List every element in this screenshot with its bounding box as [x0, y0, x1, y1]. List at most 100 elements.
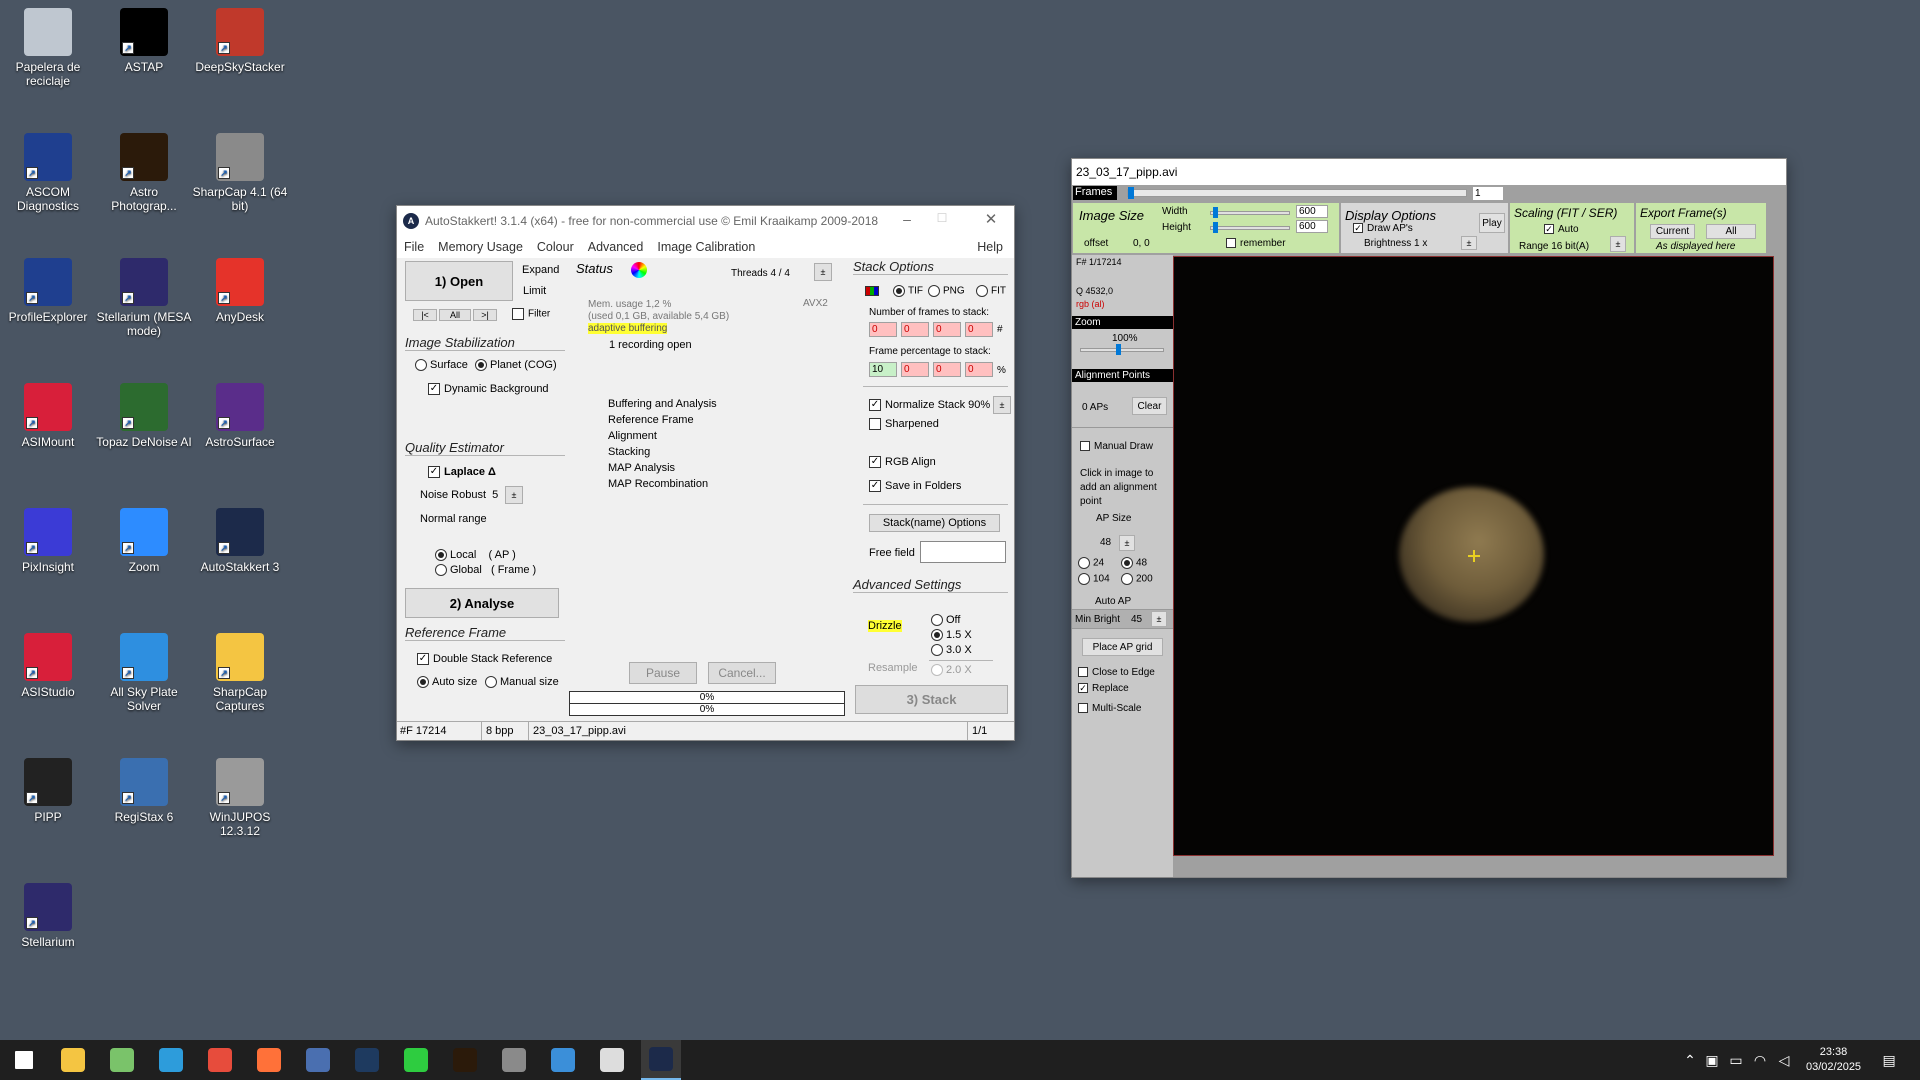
- ap-size-stepper[interactable]: ±: [1119, 535, 1135, 551]
- chrome-icon[interactable]: [200, 1040, 240, 1080]
- fit-radio[interactable]: FIT: [976, 285, 1006, 297]
- minimize-icon[interactable]: –: [897, 211, 917, 227]
- width-slider-thumb[interactable]: [1213, 207, 1218, 218]
- noise-robust-stepper[interactable]: ±: [505, 486, 523, 504]
- frame-number-input[interactable]: 1: [1472, 186, 1504, 201]
- remember-checkbox[interactable]: remember: [1226, 238, 1286, 249]
- filter-checkbox[interactable]: Filter: [512, 308, 550, 320]
- frames-input-4[interactable]: 0: [965, 322, 993, 337]
- file-explorer-icon[interactable]: [53, 1040, 93, 1080]
- notifications-icon[interactable]: ▤: [1879, 1052, 1899, 1069]
- desktop-icon[interactable]: ↗ ASIMount: [0, 383, 96, 449]
- sharpcap-taskbar-icon[interactable]: [494, 1040, 534, 1080]
- first-frame-button[interactable]: |<: [413, 309, 437, 321]
- desktop-icon[interactable]: ↗ Topaz DeNoise AI: [96, 383, 192, 449]
- height-slider-thumb[interactable]: [1213, 222, 1218, 233]
- stack-button[interactable]: 3) Stack: [855, 685, 1008, 714]
- battery-icon[interactable]: ▭: [1724, 1052, 1748, 1069]
- desktop-icon[interactable]: ↗ SharpCap Captures: [192, 633, 288, 713]
- export-all-button[interactable]: All: [1706, 224, 1756, 239]
- limit-label[interactable]: Limit: [523, 285, 546, 297]
- desktop-icon[interactable]: ↗ PixInsight: [0, 508, 96, 574]
- desktop-icon[interactable]: ↗ All Sky Plate Solver: [96, 633, 192, 713]
- open-button[interactable]: 1) Open: [405, 261, 513, 301]
- frame-slider[interactable]: [1127, 189, 1467, 197]
- desktop-icon[interactable]: ↗ AstroSurface: [192, 383, 288, 449]
- menu-help[interactable]: Help: [970, 240, 1010, 254]
- double-stack-checkbox[interactable]: ✓ Double Stack Reference: [417, 653, 552, 666]
- manual-size-radio[interactable]: Manual size: [485, 676, 559, 689]
- close-to-edge-checkbox[interactable]: Close to Edge: [1078, 667, 1155, 678]
- ascom-taskbar-icon[interactable]: [298, 1040, 338, 1080]
- desktop-icon[interactable]: ↗ WinJUPOS 12.3.12: [192, 758, 288, 838]
- drizzle-3x-radio[interactable]: 3.0 X: [931, 644, 972, 657]
- replace-checkbox[interactable]: ✓ Replace: [1078, 683, 1129, 694]
- analyse-button[interactable]: 2) Analyse: [405, 588, 559, 618]
- vscode-icon[interactable]: [151, 1040, 191, 1080]
- webcam-icon[interactable]: ▣: [1700, 1052, 1724, 1069]
- percent-input-2[interactable]: 0: [901, 362, 929, 377]
- sharpened-checkbox[interactable]: Sharpened: [869, 418, 939, 431]
- tif-radio[interactable]: TIF: [893, 285, 923, 297]
- png-radio[interactable]: PNG: [928, 285, 965, 297]
- autostakkert-titlebar[interactable]: A AutoStakkert! 3.1.4 (x64) - free for n…: [397, 206, 1014, 236]
- draw-aps-checkbox[interactable]: ✓ Draw AP's: [1353, 223, 1413, 234]
- autostakkert-taskbar-icon[interactable]: [641, 1040, 681, 1080]
- range-stepper[interactable]: ±: [1610, 236, 1626, 252]
- menu-advanced[interactable]: Advanced: [581, 240, 651, 254]
- percent-input-4[interactable]: 0: [965, 362, 993, 377]
- volume-icon[interactable]: ◁: [1772, 1052, 1796, 1069]
- desktop-icon[interactable]: ↗ SharpCap 4.1 (64 bit): [192, 133, 288, 213]
- chevron-up-icon[interactable]: ⌃: [1680, 1052, 1700, 1069]
- desktop-icon[interactable]: ↗ ASIStudio: [0, 633, 96, 699]
- play-button[interactable]: Play: [1479, 213, 1505, 233]
- notepad-icon[interactable]: [102, 1040, 142, 1080]
- frames-input-1[interactable]: 0: [869, 322, 897, 337]
- desktop-icon[interactable]: Papelera de reciclaje: [0, 8, 96, 88]
- auto-scale-checkbox[interactable]: ✓ Auto: [1544, 224, 1579, 235]
- zoom-slider-thumb[interactable]: [1116, 344, 1121, 355]
- color-wheel-icon[interactable]: [631, 262, 647, 278]
- frame-slider-thumb[interactable]: [1128, 187, 1134, 199]
- drizzle-off-radio[interactable]: Off: [931, 614, 960, 627]
- dynamic-background-checkbox[interactable]: ✓ Dynamic Background: [428, 383, 549, 396]
- paint-icon[interactable]: [543, 1040, 583, 1080]
- height-input[interactable]: 600: [1296, 220, 1328, 233]
- cancel-button[interactable]: Cancel...: [708, 662, 776, 684]
- menu-image-calibration[interactable]: Image Calibration: [650, 240, 762, 254]
- width-input[interactable]: 600: [1296, 205, 1328, 218]
- close-icon[interactable]: ✕: [981, 210, 1001, 228]
- desktop-icon[interactable]: ↗ RegiStax 6: [96, 758, 192, 824]
- desktop-icon[interactable]: ↗ Astro Photograp...: [96, 133, 192, 213]
- export-current-button[interactable]: Current: [1650, 224, 1695, 239]
- expand-label[interactable]: Expand: [522, 264, 559, 276]
- desktop-icon[interactable]: ↗ ASTAP: [96, 8, 192, 74]
- pause-button[interactable]: Pause: [629, 662, 697, 684]
- frames-input-2[interactable]: 0: [901, 322, 929, 337]
- phd2-icon[interactable]: [396, 1040, 436, 1080]
- auto-size-radio[interactable]: Auto size: [417, 676, 477, 689]
- pipp-taskbar-icon[interactable]: [592, 1040, 632, 1080]
- desktop-icon[interactable]: ↗ ASCOM Diagnostics: [0, 133, 96, 213]
- desktop-icon[interactable]: ↗ Stellarium (MESA mode): [96, 258, 192, 338]
- frames-input-3[interactable]: 0: [933, 322, 961, 337]
- normalize-stepper[interactable]: ±: [993, 396, 1011, 414]
- drizzle-1-5x-radio[interactable]: 1.5 X: [931, 629, 972, 642]
- ap-size-104-radio[interactable]: 104: [1078, 573, 1110, 585]
- laplace-checkbox[interactable]: ✓ Laplace Δ: [428, 466, 496, 479]
- clock[interactable]: 23:38 03/02/2025: [1806, 1045, 1861, 1075]
- global-radio[interactable]: Global ( Frame ): [435, 564, 536, 577]
- ap-size-48-radio[interactable]: 48: [1121, 557, 1147, 569]
- height-slider[interactable]: [1210, 226, 1290, 230]
- last-frame-button[interactable]: >|: [473, 309, 497, 321]
- windows-start-icon[interactable]: [4, 1040, 44, 1080]
- threads-stepper[interactable]: ±: [814, 263, 832, 281]
- wifi-icon[interactable]: ◠: [1748, 1052, 1772, 1069]
- lightroom-icon[interactable]: [347, 1040, 387, 1080]
- desktop-icon[interactable]: ↗ AutoStakkert 3: [192, 508, 288, 574]
- local-radio[interactable]: Local ( AP ): [435, 549, 516, 562]
- min-bright-stepper[interactable]: ±: [1151, 611, 1167, 627]
- desktop-icon[interactable]: ↗ DeepSkyStacker: [192, 8, 288, 74]
- rgb-align-checkbox[interactable]: ✓ RGB Align: [869, 456, 936, 469]
- desktop-icon[interactable]: ↗ PIPP: [0, 758, 96, 824]
